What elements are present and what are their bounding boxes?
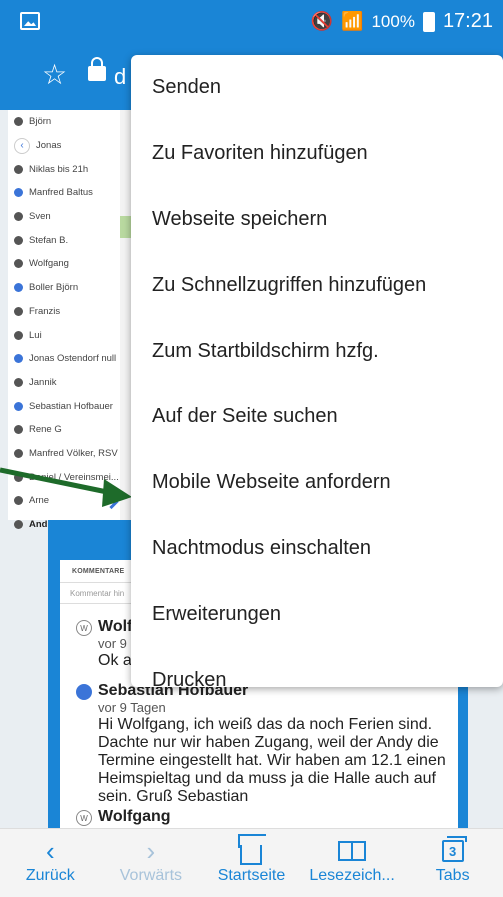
person-icon [14, 377, 23, 387]
bottom-navigation: ‹ Zurück › Vorwärts Startseite Lesezeich… [0, 828, 503, 897]
status-bar: 🔇 📶 100% 17:21 [0, 0, 503, 44]
contact-item[interactable]: Boller Björn [8, 276, 120, 300]
avatar: W [76, 620, 92, 636]
tabs-button[interactable]: 3 Tabs [402, 829, 503, 897]
chevron-left-icon: ‹ [45, 835, 55, 866]
contact-item[interactable]: Lui [8, 323, 120, 347]
contact-name: Jonas Ostendorf null [29, 353, 117, 365]
clock: 17:21 [442, 10, 493, 32]
person-icon [14, 448, 23, 458]
contact-list: Björn ‹ Jonas Niklas bis 21h Manfred Baltus S… [8, 110, 120, 530]
contact-name: Jonas [36, 140, 62, 152]
contact-item[interactable]: Jannik [8, 371, 120, 395]
contact-name: Stefan B. [29, 234, 69, 246]
contact-name: Manfred Völker, RSV [29, 447, 118, 459]
forward-button[interactable]: › Vorwärts [101, 829, 202, 897]
home-button[interactable]: Startseite [201, 829, 302, 897]
gallery-icon [20, 12, 40, 30]
contact-item[interactable]: Wolfgang [8, 252, 120, 276]
comment-time: vor 9 [98, 636, 127, 651]
chevron-left-icon: ‹ [14, 137, 30, 154]
contact-name: Wolfgang [29, 258, 69, 270]
contact-name: Björn [29, 116, 52, 128]
contact-item[interactable]: Rene G [8, 418, 120, 442]
bookmarks-button[interactable]: Lesezeich... [302, 829, 403, 897]
menu-item[interactable]: Nachtmodus einschalten [131, 516, 503, 582]
person-icon [14, 306, 23, 316]
avatar-icon [14, 283, 23, 293]
avatar-icon [14, 188, 23, 198]
menu-item[interactable]: Senden [131, 55, 503, 121]
book-icon [338, 835, 367, 867]
avatar-icon [14, 401, 23, 411]
menu-item[interactable]: Zum Startbildschirm hzfg. [131, 318, 503, 384]
contact-item[interactable]: Sebastian Hofbauer [8, 394, 120, 418]
bookmark-star-icon[interactable]: ☆ [42, 61, 67, 89]
contact-item[interactable]: ‹ Jonas [8, 134, 120, 158]
comment-author: Wolf [98, 618, 133, 635]
comment-author: Wolfgang [98, 808, 171, 825]
annotation-arrow [0, 467, 132, 507]
person-icon [14, 520, 23, 530]
menu-item[interactable]: Auf der Seite suchen [131, 384, 503, 450]
url-text[interactable]: d [114, 64, 126, 90]
contact-item[interactable]: Franzis [8, 300, 120, 324]
overflow-menu: Senden Zu Favoriten hinzufügen Webseite sp… [131, 55, 503, 687]
arrow-head [102, 479, 132, 507]
person-icon [14, 235, 23, 245]
contact-item[interactable]: Niklas bis 21h [8, 157, 120, 181]
back-label: Zurück [25, 867, 75, 884]
comments-heading: KOMMENTARE [72, 568, 125, 575]
home-label: Startseite [217, 867, 286, 884]
contact-item[interactable]: Manfred Baltus [8, 181, 120, 205]
menu-item[interactable]: Zu Schnellzugriffen hinzufügen [131, 252, 503, 318]
contact-item[interactable]: Björn [8, 110, 120, 134]
contact-name: Rene G [29, 424, 62, 436]
avatar: W [76, 810, 92, 826]
arrow-shaft [0, 467, 113, 496]
tabs-icon: 3 [441, 835, 467, 867]
person-icon [14, 330, 23, 340]
contact-name: Boller Björn [29, 282, 79, 294]
comment-time: vor 9 Tagen [98, 700, 166, 715]
status-indicators: 🔇 📶 100% 17:21 [311, 10, 493, 33]
person-icon [14, 259, 23, 269]
contact-item[interactable]: Stefan B. [8, 228, 120, 252]
comment-text: Hi Wolfgang, ich weiß das da noch Ferien… [98, 716, 446, 805]
menu-item[interactable]: Zu Favoriten hinzufügen [131, 121, 503, 187]
contact-item[interactable]: Jonas Ostendorf null [8, 347, 120, 371]
tabs-label: Tabs [435, 867, 470, 884]
person-icon [14, 212, 23, 222]
forward-label: Vorwärts [119, 867, 183, 884]
contact-name: Manfred Baltus [29, 187, 93, 199]
contact-name: Niklas bis 21h [29, 163, 89, 175]
contact-name: Franzis [29, 305, 61, 317]
lock-icon [88, 57, 106, 81]
person-icon [14, 164, 23, 174]
wifi-icon: 📶 [341, 11, 364, 31]
menu-item[interactable]: Erweiterungen [131, 581, 503, 647]
mute-icon: 🔇 [310, 11, 334, 31]
contact-name: Sven [29, 211, 51, 223]
menu-item[interactable]: Drucken [131, 647, 503, 687]
menu-item[interactable]: Mobile Webseite anfordern [131, 450, 503, 516]
contact-name: Sebastian Hofbauer [29, 400, 113, 412]
menu-item[interactable]: Webseite speichern [131, 187, 503, 253]
back-button[interactable]: ‹ Zurück [0, 829, 101, 897]
bookmarks-label: Lesezeich... [309, 867, 395, 884]
person-icon [14, 425, 23, 435]
contact-name: Jannik [29, 376, 57, 388]
avatar-icon [14, 354, 23, 364]
battery-icon [422, 11, 435, 32]
avatar [76, 684, 92, 700]
home-icon [240, 835, 263, 867]
contact-name: Lui [29, 329, 42, 341]
battery-percent: 100% [371, 11, 415, 31]
person-icon [14, 117, 23, 127]
contact-item[interactable]: Sven [8, 205, 120, 229]
chevron-right-icon: › [146, 835, 156, 866]
